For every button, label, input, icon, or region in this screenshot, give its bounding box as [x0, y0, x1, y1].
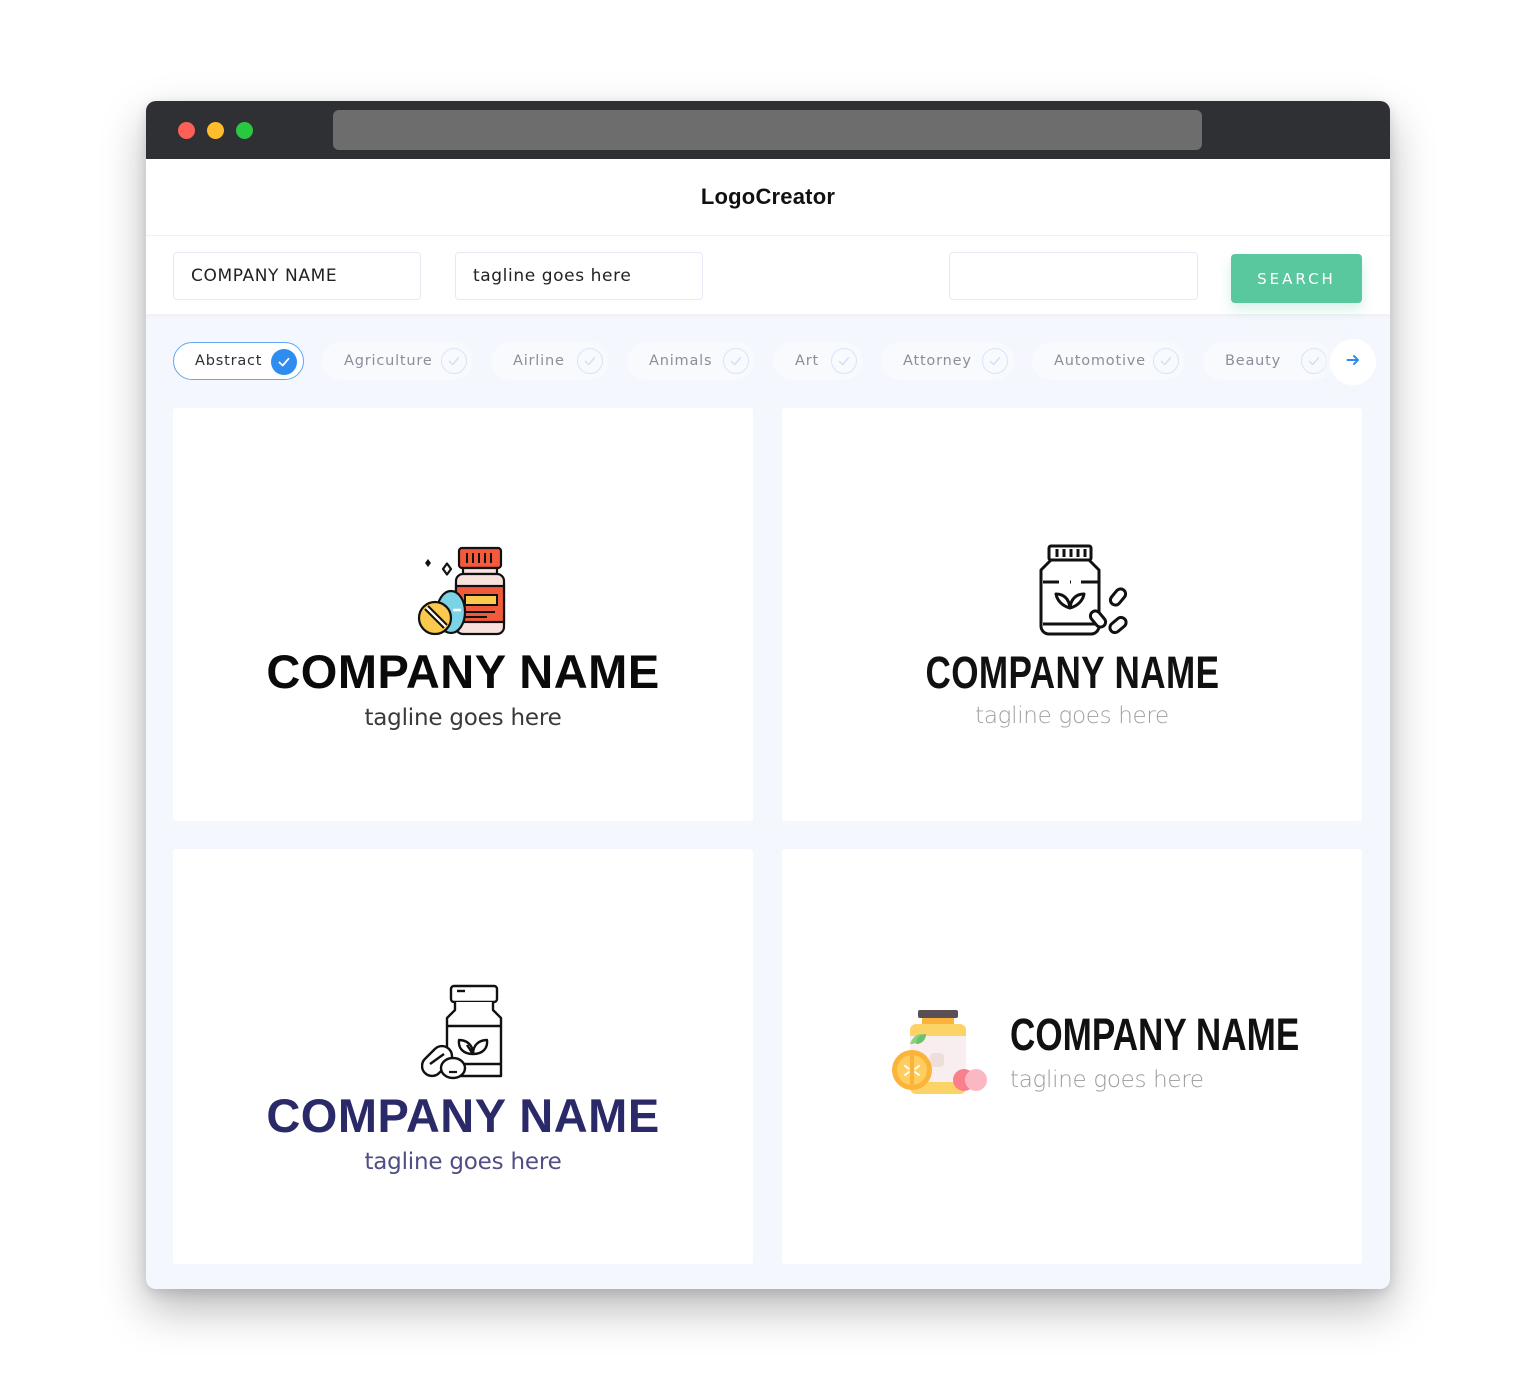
category-label: Animals	[649, 353, 713, 369]
category-chip-beauty[interactable]: Beauty	[1203, 342, 1333, 380]
category-label: Airline	[513, 353, 565, 369]
category-label: Abstract	[195, 353, 263, 369]
herbal-bottle-capsule-icon	[420, 984, 505, 1084]
check-icon	[577, 348, 603, 374]
check-icon	[1153, 348, 1179, 374]
category-label: Agriculture	[344, 353, 433, 369]
category-chip-airline[interactable]: Airline	[491, 342, 609, 380]
arrow-right-icon	[1345, 352, 1361, 372]
logo-tagline: tagline goes here	[1010, 1066, 1204, 1093]
logo-card[interactable]: COMPANY NAME tagline goes here	[173, 849, 753, 1264]
category-filter-bar: Abstract Agriculture Airline Animals Art	[173, 339, 1376, 385]
logo-company-name: COMPANY NAME	[1010, 1008, 1300, 1060]
logo-company-name: COMPANY NAME	[925, 647, 1219, 698]
check-icon	[982, 348, 1008, 374]
check-icon	[441, 348, 467, 374]
check-icon	[831, 348, 857, 374]
medicine-bottle-pills-icon	[417, 546, 509, 642]
category-label: Beauty	[1225, 353, 1282, 369]
next-categories-button[interactable]	[1330, 339, 1376, 385]
company-name-input[interactable]	[173, 252, 421, 300]
logo-card[interactable]: COMPANY NAME tagline goes here	[782, 408, 1362, 821]
keyword-input[interactable]	[949, 252, 1198, 300]
tagline-input[interactable]	[455, 252, 703, 300]
category-label: Automotive	[1054, 353, 1146, 369]
app-title: LogoCreator	[700, 184, 836, 209]
logo-card[interactable]: COMPANY NAME tagline goes here	[173, 408, 753, 821]
category-chip-agriculture[interactable]: Agriculture	[322, 342, 473, 380]
check-icon	[723, 348, 749, 374]
category-chip-automotive[interactable]: Automotive	[1032, 342, 1185, 380]
logo-tagline: tagline goes here	[364, 1149, 562, 1175]
category-chip-abstract[interactable]: Abstract	[173, 342, 304, 380]
close-window-button[interactable]	[178, 122, 195, 139]
category-label: Attorney	[903, 353, 972, 369]
logo-company-name: COMPANY NAME	[266, 1089, 660, 1142]
check-icon	[1301, 348, 1327, 374]
app-header: LogoCreator	[146, 159, 1390, 236]
title-bar	[146, 101, 1390, 159]
search-toolbar: SEARCH	[146, 236, 1390, 314]
logo-tagline: tagline goes here	[364, 705, 562, 731]
supplement-jar-leaf-icon	[1035, 544, 1133, 644]
search-button[interactable]: SEARCH	[1231, 254, 1362, 303]
check-icon	[271, 349, 297, 375]
maximize-window-button[interactable]	[236, 122, 253, 139]
category-chip-art[interactable]: Art	[773, 342, 863, 380]
vitamin-jar-orange-icon	[890, 1004, 990, 1100]
category-chip-animals[interactable]: Animals	[627, 342, 755, 380]
logo-card[interactable]: COMPANY NAME tagline goes here	[782, 849, 1362, 1264]
browser-window: LogoCreator SEARCH Abstract Agriculture …	[146, 101, 1390, 1289]
minimize-window-button[interactable]	[207, 122, 224, 139]
address-bar[interactable]	[333, 110, 1202, 150]
category-chip-attorney[interactable]: Attorney	[881, 342, 1014, 380]
logo-tagline: tagline goes here	[975, 703, 1169, 729]
logo-company-name: COMPANY NAME	[266, 645, 660, 698]
category-label: Art	[795, 353, 819, 369]
